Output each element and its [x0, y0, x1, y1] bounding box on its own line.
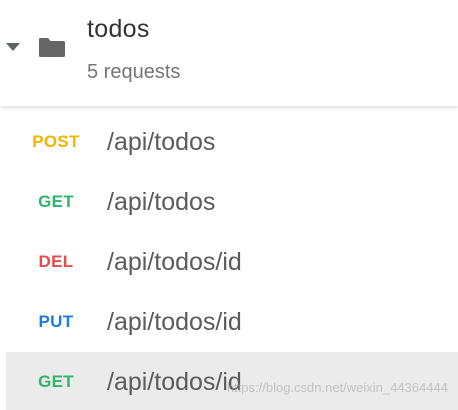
method-badge: GET [38, 192, 74, 211]
request-row-get-todos[interactable]: GET /api/todos [0, 172, 458, 232]
request-path: /api/todos [107, 188, 216, 216]
method-badge: PUT [38, 312, 74, 331]
request-path: /api/todos/id [107, 248, 242, 276]
request-count: 5 requests [87, 61, 181, 83]
request-row-delete-todo[interactable]: DEL /api/todos/id [0, 232, 458, 292]
collection-panel: todos 5 requests POST /api/todos GET /ap… [0, 0, 458, 410]
collection-header[interactable]: todos 5 requests [0, 0, 458, 106]
request-row-put-todo[interactable]: PUT /api/todos/id [0, 292, 458, 352]
caret-down-icon[interactable] [6, 43, 20, 51]
request-path: /api/todos/id [107, 368, 242, 396]
method-badge: POST [32, 132, 80, 151]
request-path: /api/todos [107, 128, 216, 156]
collection-title: todos [87, 15, 150, 43]
method-badge: DEL [38, 252, 74, 271]
request-path: /api/todos/id [107, 308, 242, 336]
request-row-get-todo[interactable]: GET /api/todos/id [6, 352, 458, 410]
request-list: POST /api/todos GET /api/todos DEL /api/… [0, 112, 458, 410]
method-badge: GET [38, 372, 74, 391]
request-row-post-todos[interactable]: POST /api/todos [0, 112, 458, 172]
folder-icon [39, 38, 65, 57]
